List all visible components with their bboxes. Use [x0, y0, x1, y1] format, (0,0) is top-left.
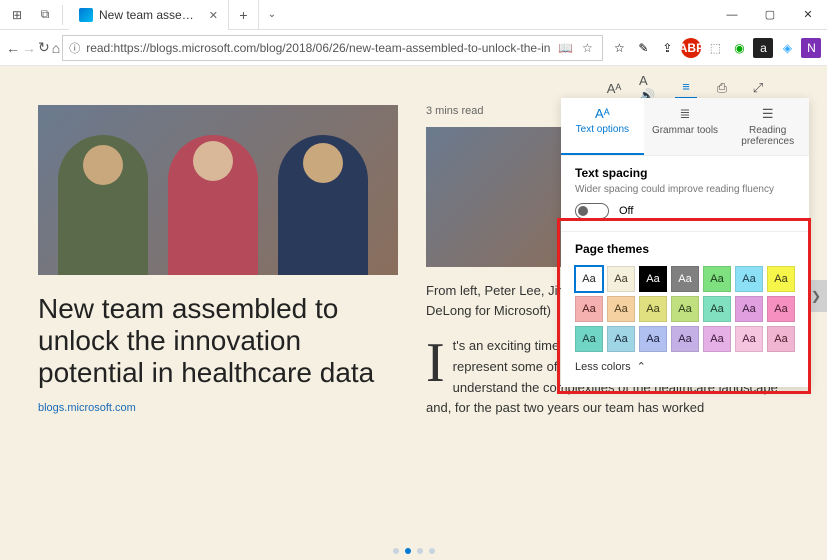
- dropcap: I: [426, 336, 453, 388]
- theme-swatch[interactable]: Aa: [735, 326, 763, 352]
- toggle-state: Off: [619, 205, 633, 217]
- page-dot[interactable]: [393, 548, 399, 554]
- info-icon: ⓘ: [69, 40, 80, 56]
- print-button[interactable]: ⎙: [711, 77, 733, 99]
- tab-text-options[interactable]: Aᴬ Text options: [561, 98, 644, 155]
- reading-prefs-icon: ☰: [762, 106, 774, 122]
- fullscreen-button[interactable]: ⤢: [747, 77, 769, 99]
- favicon: [79, 8, 93, 22]
- person-figure: [168, 135, 258, 275]
- page-dot[interactable]: [417, 548, 423, 554]
- section-title: Page themes: [575, 242, 795, 256]
- section-description: Wider spacing could improve reading flue…: [575, 184, 795, 195]
- back-button[interactable]: ←: [6, 33, 20, 63]
- learning-tools-button[interactable]: ≡: [675, 77, 697, 99]
- theme-swatch[interactable]: Aa: [703, 296, 731, 322]
- page-dot[interactable]: [429, 548, 435, 554]
- theme-swatch[interactable]: Aa: [575, 326, 603, 352]
- ext-note-icon[interactable]: ⬚: [705, 38, 725, 58]
- less-colors-button[interactable]: Less colors ⌃: [575, 360, 795, 373]
- theme-swatch[interactable]: Aa: [703, 266, 731, 292]
- theme-swatch-grid: AaAaAaAaAaAaAaAaAaAaAaAaAaAaAaAaAaAaAaAa…: [575, 266, 795, 352]
- ext-blue-icon[interactable]: ◈: [777, 38, 797, 58]
- theme-swatch[interactable]: Aa: [607, 296, 635, 322]
- theme-swatch[interactable]: Aa: [735, 266, 763, 292]
- browser-tab[interactable]: New team assembled to ✕: [69, 0, 229, 30]
- separator: [62, 5, 63, 25]
- home-button[interactable]: ⌂: [52, 33, 60, 63]
- page-indicator: [393, 548, 435, 554]
- forward-button[interactable]: →: [22, 33, 36, 63]
- theme-swatch[interactable]: Aa: [703, 326, 731, 352]
- ext-amazon-icon[interactable]: a: [753, 38, 773, 58]
- text-spacing-toggle[interactable]: [575, 203, 609, 219]
- article-source[interactable]: blogs.microsoft.com: [38, 402, 398, 414]
- theme-swatch[interactable]: Aa: [767, 296, 795, 322]
- text-spacing-section: Text spacing Wider spacing could improve…: [561, 156, 809, 232]
- text-options-icon: Aᴬ: [595, 106, 610, 121]
- theme-swatch[interactable]: Aa: [607, 326, 635, 352]
- titlebar: ⊞ ⧉ New team assembled to ✕ + ⌄ — ▢ ✕: [0, 0, 827, 30]
- window-controls: — ▢ ✕: [713, 0, 827, 29]
- page-themes-section: Page themes AaAaAaAaAaAaAaAaAaAaAaAaAaAa…: [561, 232, 809, 387]
- tab-label: Grammar tools: [652, 125, 718, 136]
- tab-title: New team assembled to: [99, 8, 203, 22]
- titlebar-left: ⊞ ⧉: [0, 0, 69, 29]
- tab-grammar-tools[interactable]: ≣ Grammar tools: [644, 98, 727, 155]
- theme-swatch[interactable]: Aa: [639, 296, 667, 322]
- chevron-up-icon: ⌃: [637, 360, 646, 373]
- article-headline: New team assembled to unlock the innovat…: [38, 293, 398, 390]
- theme-swatch[interactable]: Aa: [671, 296, 699, 322]
- adblock-icon[interactable]: ABP: [681, 38, 701, 58]
- tab-label: Reading preferences: [730, 125, 805, 147]
- tab-reading-preferences[interactable]: ☰ Reading preferences: [726, 98, 809, 155]
- learning-tools-panel: Aᴬ Text options ≣ Grammar tools ☰ Readin…: [561, 98, 809, 387]
- read-aloud-button[interactable]: A🔊: [639, 77, 661, 99]
- ext-circle-icon[interactable]: ◉: [729, 38, 749, 58]
- address-bar: ← → ↻ ⌂ ⓘ read:https://blogs.microsoft.c…: [0, 30, 827, 66]
- favorite-icon[interactable]: ☆: [578, 41, 596, 55]
- tab-chevron-down-icon[interactable]: ⌄: [259, 0, 285, 29]
- panel-tabs: Aᴬ Text options ≣ Grammar tools ☰ Readin…: [561, 98, 809, 156]
- ext-onenote-icon[interactable]: N: [801, 38, 821, 58]
- person-figure: [58, 135, 148, 275]
- extension-icons: ☆ ✎ ⇪ ABP ⬚ ◉ a ◈ N: [605, 38, 825, 58]
- theme-swatch[interactable]: Aa: [607, 266, 635, 292]
- article-column-1: New team assembled to unlock the innovat…: [38, 105, 398, 550]
- share-icon[interactable]: ⇪: [657, 38, 677, 58]
- tab-preview-icon[interactable]: ⊞: [4, 1, 30, 29]
- theme-swatch[interactable]: Aa: [575, 296, 603, 322]
- maximize-button[interactable]: ▢: [751, 0, 789, 29]
- text-size-button[interactable]: Aᴬ: [603, 77, 625, 99]
- close-window-button[interactable]: ✕: [789, 0, 827, 29]
- url-input[interactable]: ⓘ read:https://blogs.microsoft.com/blog/…: [62, 35, 603, 61]
- section-title: Text spacing: [575, 166, 795, 180]
- minimize-button[interactable]: —: [713, 0, 751, 29]
- theme-swatch[interactable]: Aa: [671, 266, 699, 292]
- toggle-row: Off: [575, 203, 795, 219]
- theme-swatch[interactable]: Aa: [671, 326, 699, 352]
- theme-swatch[interactable]: Aa: [575, 266, 603, 292]
- addr-action-icons: 📖 ☆: [556, 41, 596, 55]
- theme-swatch[interactable]: Aa: [767, 326, 795, 352]
- tab-label: Text options: [576, 124, 629, 135]
- theme-swatch[interactable]: Aa: [639, 266, 667, 292]
- close-icon[interactable]: ✕: [209, 9, 218, 22]
- hero-image: [38, 105, 398, 275]
- refresh-button[interactable]: ↻: [38, 33, 50, 63]
- pen-icon[interactable]: ✎: [633, 38, 653, 58]
- url-text: read:https://blogs.microsoft.com/blog/20…: [86, 41, 550, 55]
- less-colors-label: Less colors: [575, 361, 631, 373]
- favorites-icon[interactable]: ☆: [609, 38, 629, 58]
- set-aside-icon[interactable]: ⧉: [32, 1, 58, 29]
- page-dot[interactable]: [405, 548, 411, 554]
- theme-swatch[interactable]: Aa: [639, 326, 667, 352]
- theme-swatch[interactable]: Aa: [735, 296, 763, 322]
- person-figure: [278, 135, 368, 275]
- grammar-icon: ≣: [680, 106, 691, 122]
- theme-swatch[interactable]: Aa: [767, 266, 795, 292]
- new-tab-button[interactable]: +: [229, 0, 259, 29]
- reading-view-icon[interactable]: 📖: [556, 41, 574, 55]
